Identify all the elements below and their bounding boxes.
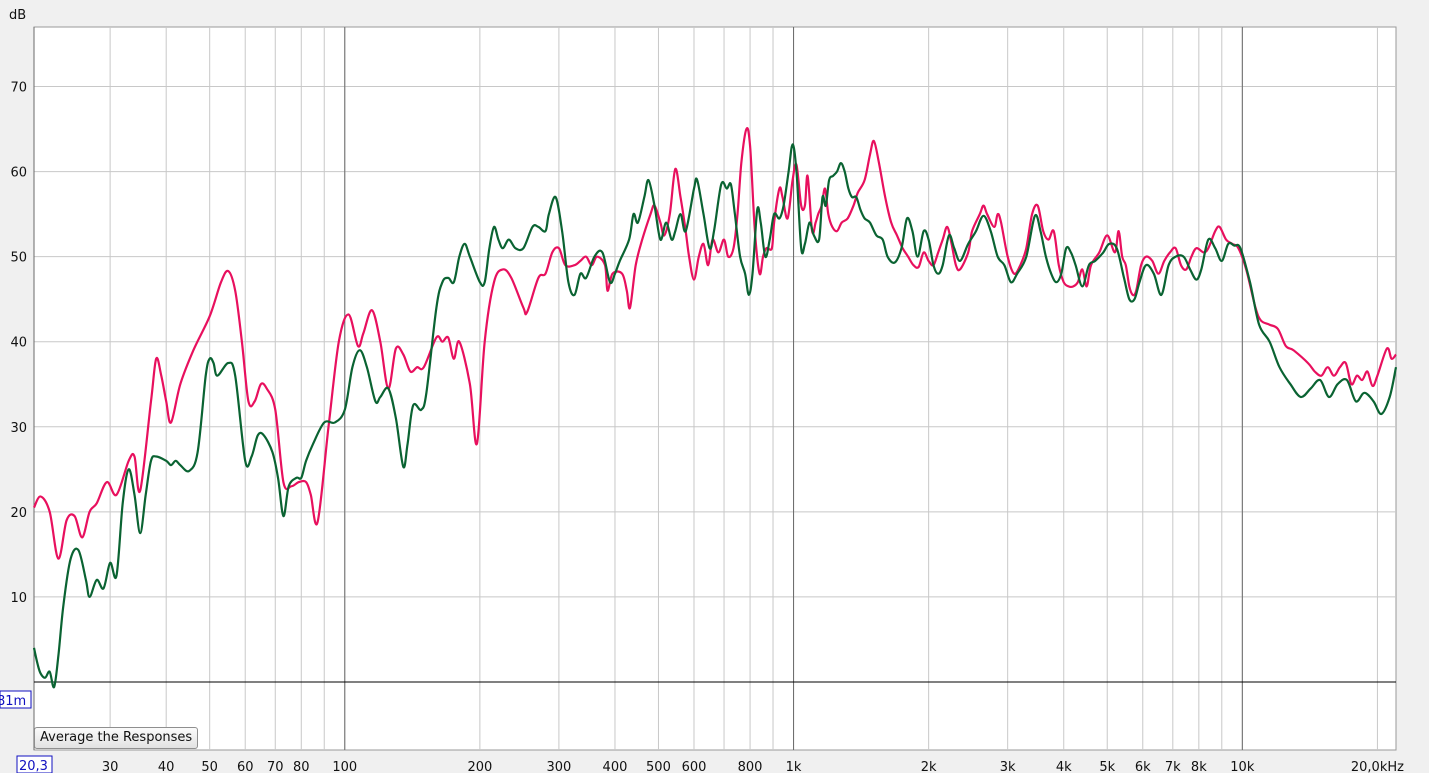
x-tick-label: 200 bbox=[467, 760, 492, 773]
x-tick-label: 1k bbox=[786, 760, 802, 773]
x-tick-label: 60 bbox=[237, 760, 254, 773]
x-axis-tick-labels: 30 40 50 60 70 80 100 200 300 400 500 600 800 1k 2k 3k 4… bbox=[102, 760, 1404, 773]
x-tick-label: 5k bbox=[1099, 760, 1115, 773]
x-tick-label: 2k bbox=[921, 760, 937, 773]
x-tick-label: 600 bbox=[682, 760, 707, 773]
x-tick-label: 100 bbox=[332, 760, 357, 773]
y-tick-label: 40 bbox=[10, 336, 27, 351]
x-tick-label: 10k bbox=[1230, 760, 1255, 773]
x-tick-label: 7k bbox=[1165, 760, 1181, 773]
average-responses-button[interactable]: Average the Responses bbox=[34, 727, 199, 749]
x-tick-label: 30 bbox=[102, 760, 119, 773]
level-readout-text: 81m bbox=[0, 694, 26, 709]
y-tick-label: 20 bbox=[10, 506, 27, 521]
frequency-readout-box: 20,3 bbox=[16, 755, 53, 773]
level-readout-box: 81m bbox=[0, 690, 32, 709]
x-tick-label: 50 bbox=[201, 760, 218, 773]
y-axis-unit-label: dB bbox=[9, 8, 26, 23]
x-tick-label: 300 bbox=[546, 760, 571, 773]
frequency-readout-text: 20,3 bbox=[19, 759, 48, 773]
x-tick-label: 3k bbox=[1000, 760, 1016, 773]
y-tick-label: 70 bbox=[10, 81, 27, 96]
frequency-response-chart: 10 20 30 40 50 60 70 30 40 50 60 70 80 100 200 300 400 5… bbox=[0, 8, 1404, 773]
y-tick-label: 50 bbox=[10, 251, 27, 266]
y-tick-label: 60 bbox=[10, 166, 27, 181]
x-tick-label: 40 bbox=[158, 760, 175, 773]
x-tick-label: 20,0kHz bbox=[1351, 760, 1404, 773]
plot-area bbox=[33, 26, 1397, 751]
x-tick-label: 800 bbox=[738, 760, 763, 773]
y-tick-label: 10 bbox=[10, 591, 27, 606]
x-tick-label: 4k bbox=[1056, 760, 1072, 773]
x-tick-label: 400 bbox=[603, 760, 628, 773]
y-axis-tick-labels: 10 20 30 40 50 60 70 bbox=[10, 81, 27, 606]
x-tick-label: 8k bbox=[1191, 760, 1207, 773]
x-tick-label: 70 bbox=[267, 760, 284, 773]
y-tick-label: 30 bbox=[10, 421, 27, 436]
x-tick-label: 500 bbox=[646, 760, 671, 773]
x-tick-label: 6k bbox=[1135, 760, 1151, 773]
x-tick-label: 80 bbox=[293, 760, 310, 773]
